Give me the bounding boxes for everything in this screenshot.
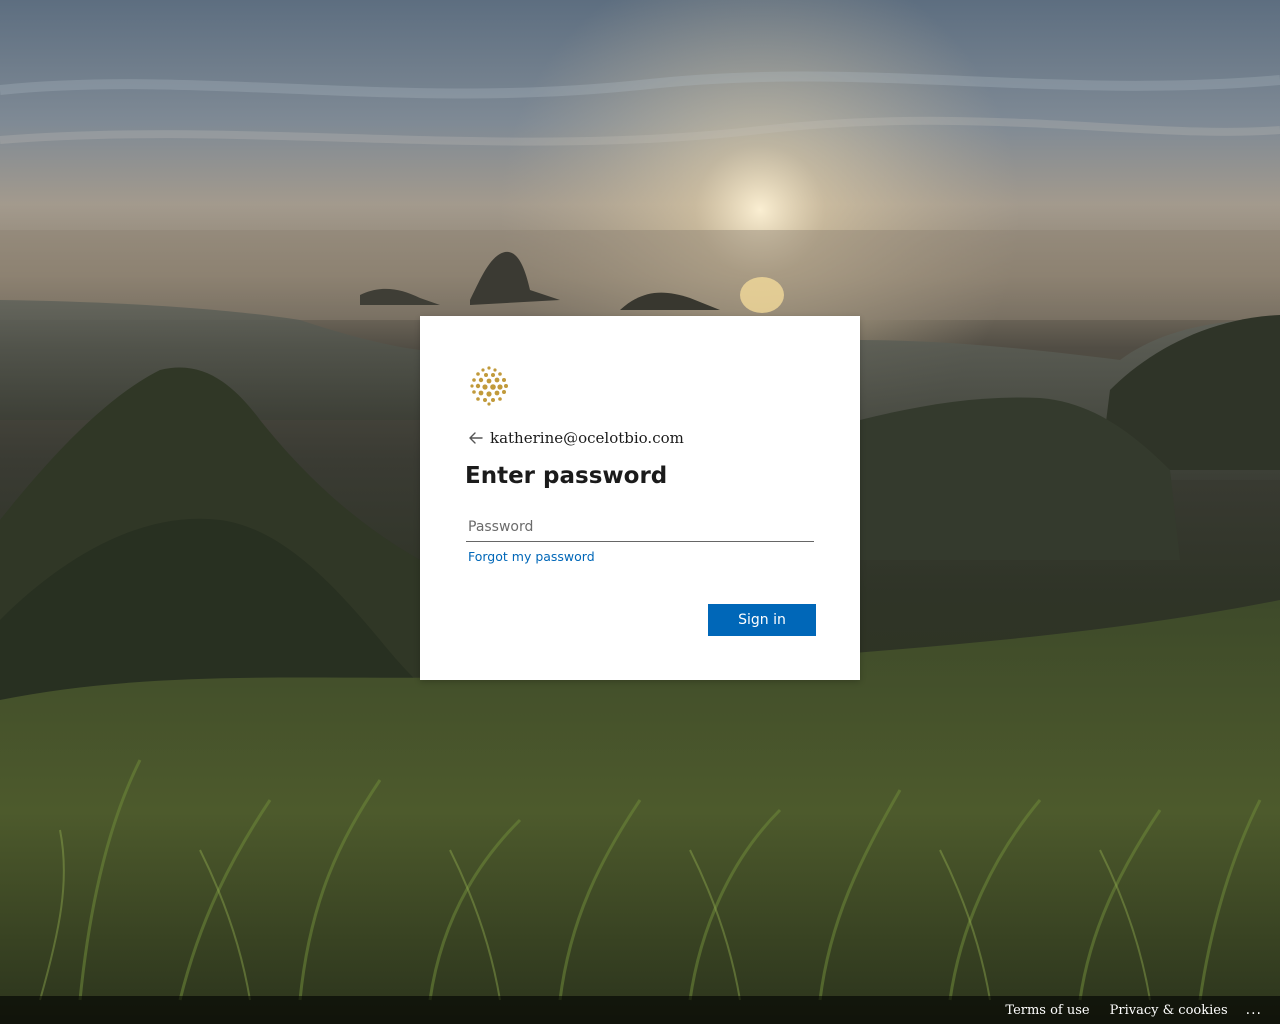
- sign-in-button[interactable]: Sign in: [708, 604, 816, 636]
- privacy-cookies-link[interactable]: Privacy & cookies: [1110, 1003, 1228, 1018]
- page-title: Enter password: [465, 463, 668, 489]
- password-input[interactable]: [466, 512, 814, 542]
- terms-of-use-link[interactable]: Terms of use: [1005, 1003, 1089, 1018]
- footer-links: Terms of use Privacy & cookies ...: [985, 996, 1262, 1024]
- identity-banner: katherine@ocelotbio.com: [466, 428, 684, 448]
- footer-bar: Terms of use Privacy & cookies ...: [0, 996, 1280, 1024]
- more-options-button[interactable]: ...: [1246, 996, 1262, 1024]
- login-card: katherine@ocelotbio.com Enter password F…: [420, 316, 860, 680]
- forgot-password-link[interactable]: Forgot my password: [468, 549, 595, 564]
- identity-email: katherine@ocelotbio.com: [490, 429, 684, 447]
- back-arrow-icon[interactable]: [466, 428, 486, 448]
- company-logo-icon: [470, 366, 508, 406]
